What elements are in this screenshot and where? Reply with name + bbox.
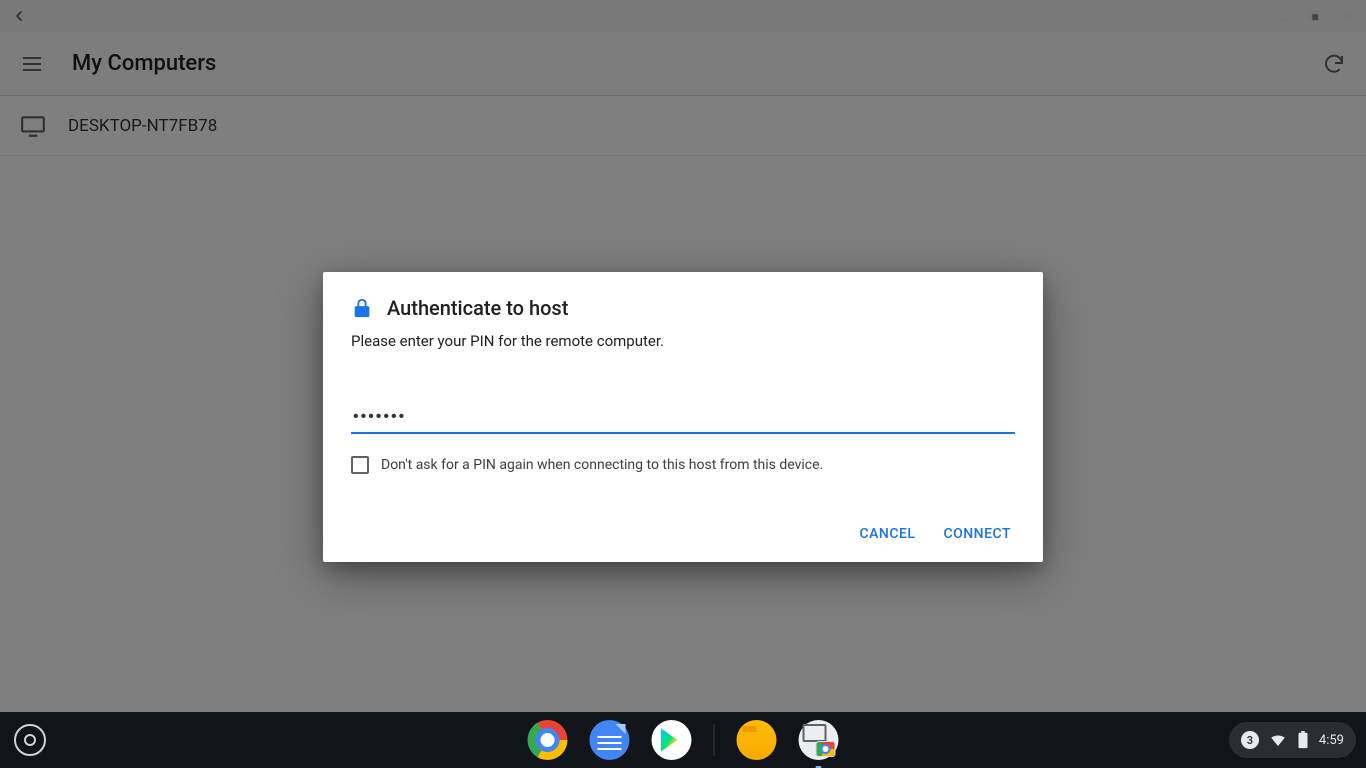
window-maximize-button[interactable] — [1302, 4, 1326, 28]
authenticate-dialog: Authenticate to host Please enter your P… — [323, 272, 1043, 562]
checkbox-icon — [351, 456, 369, 474]
chrome-app-icon[interactable] — [528, 720, 568, 760]
battery-icon — [1297, 731, 1309, 749]
os-shelf: 3 4:59 — [0, 712, 1366, 768]
host-list-item[interactable]: DESKTOP-NT7FB78 — [0, 96, 1366, 156]
menu-icon — [20, 52, 44, 76]
docs-app-icon[interactable] — [590, 720, 630, 760]
monitor-icon — [20, 113, 46, 139]
launcher-button[interactable] — [14, 724, 46, 756]
shelf-separator — [714, 724, 715, 756]
dialog-message: Please enter your PIN for the remote com… — [351, 332, 1015, 350]
shelf-apps — [528, 720, 839, 760]
system-tray[interactable]: 3 4:59 — [1229, 722, 1356, 758]
window-titlebar — [0, 0, 1366, 32]
close-icon — [1339, 9, 1353, 23]
notification-count-badge: 3 — [1241, 731, 1259, 749]
remember-pin-checkbox-row[interactable]: Don't ask for a PIN again when connectin… — [351, 456, 1015, 474]
files-app-icon[interactable] — [737, 720, 777, 760]
page-title: My Computers — [72, 51, 216, 76]
pin-input[interactable] — [351, 404, 1015, 434]
window-close-button[interactable] — [1334, 4, 1358, 28]
hamburger-menu-button[interactable] — [20, 52, 44, 76]
play-store-app-icon[interactable] — [652, 720, 692, 760]
cancel-button[interactable]: CANCEL — [859, 526, 915, 542]
connect-button[interactable]: CONNECT — [943, 526, 1011, 542]
wifi-icon — [1269, 731, 1287, 749]
window-minimize-button[interactable] — [1270, 4, 1294, 28]
refresh-button[interactable] — [1322, 52, 1346, 76]
refresh-icon — [1322, 52, 1346, 76]
clock: 4:59 — [1319, 733, 1344, 748]
remember-pin-label: Don't ask for a PIN again when connectin… — [381, 457, 823, 473]
host-name: DESKTOP-NT7FB78 — [68, 116, 217, 136]
remote-desktop-app-icon[interactable] — [799, 720, 839, 760]
app-header: My Computers — [0, 32, 1366, 96]
minimize-icon — [1275, 9, 1289, 23]
dialog-title: Authenticate to host — [387, 296, 568, 320]
lock-icon — [351, 297, 373, 319]
maximize-icon — [1307, 9, 1321, 23]
back-button[interactable] — [8, 4, 32, 28]
arrow-left-icon — [11, 7, 29, 25]
